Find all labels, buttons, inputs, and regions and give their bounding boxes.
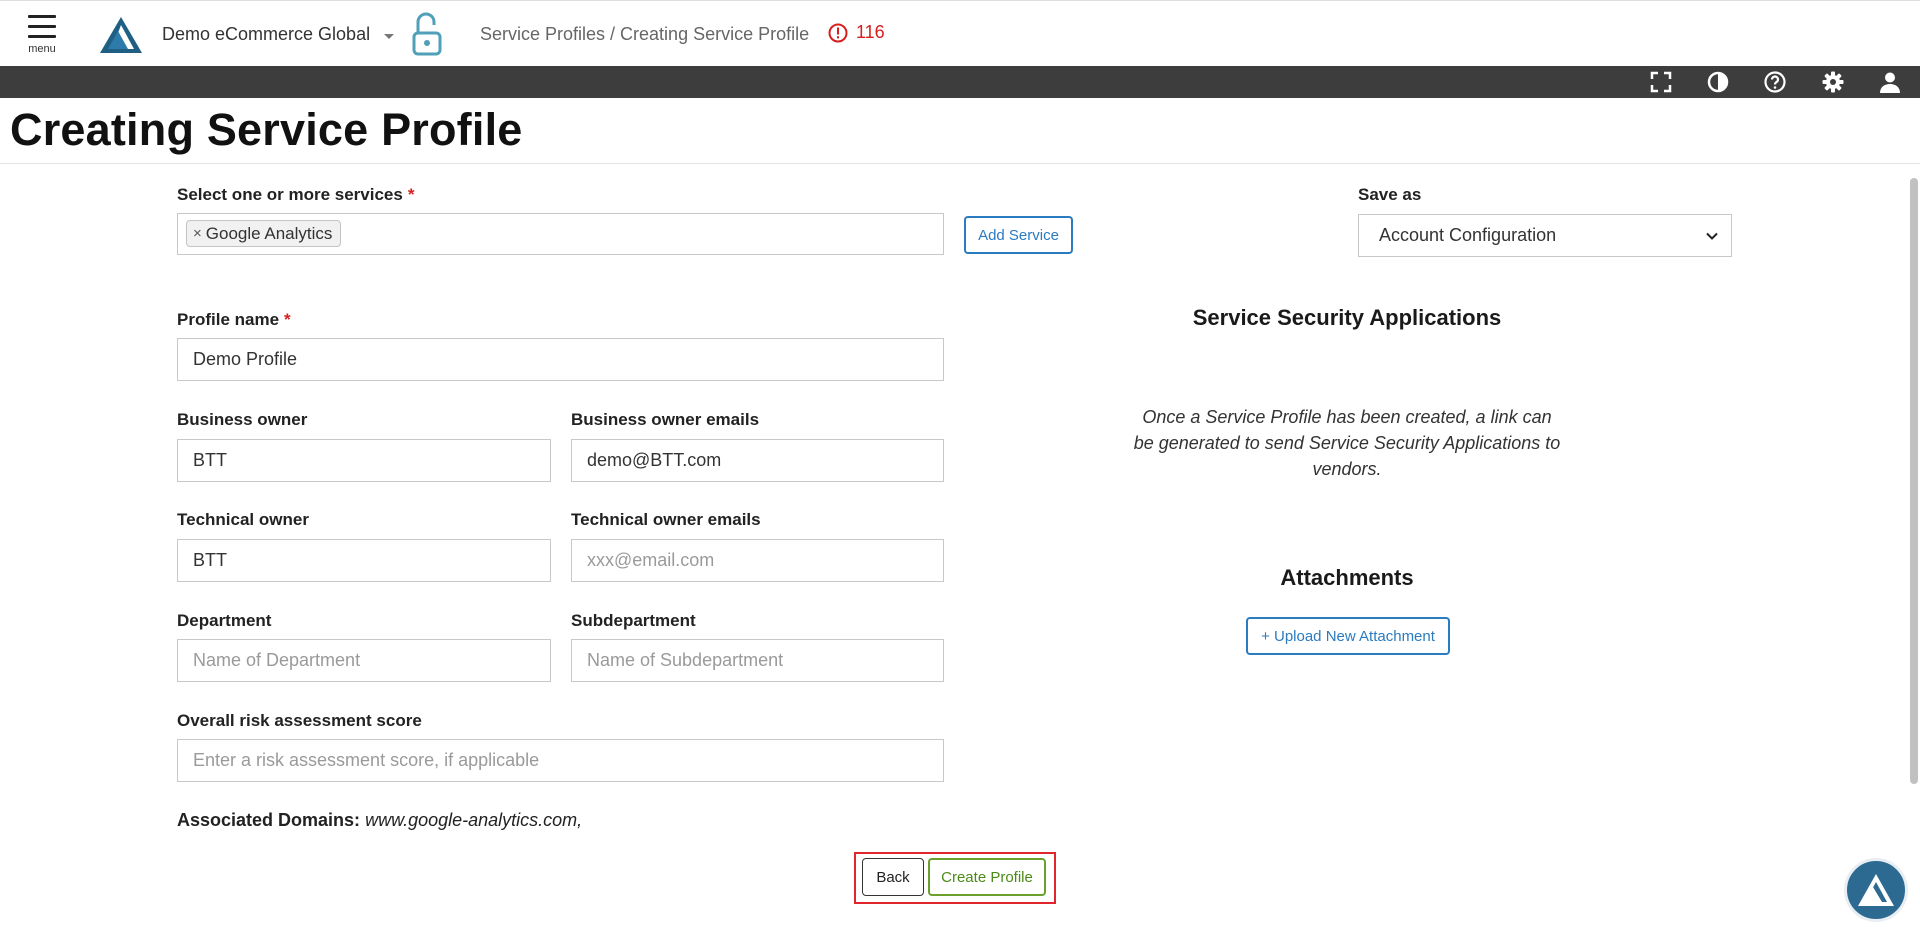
top-header: menu Demo eCommerce Global Service Profi… [0, 0, 1920, 66]
associated-domains-value: www.google-analytics.com, [365, 810, 583, 830]
profile-name-label: Profile name * [177, 310, 291, 330]
settings-icon[interactable] [1821, 70, 1845, 94]
services-multiselect[interactable]: × Google Analytics [177, 213, 944, 255]
profile-name-label-text: Profile name [177, 310, 280, 329]
title-divider [0, 163, 1920, 164]
contrast-icon[interactable] [1706, 70, 1730, 94]
add-service-button[interactable]: Add Service [964, 216, 1073, 254]
alert-indicator[interactable]: 116 [828, 22, 885, 43]
business-owner-input[interactable] [177, 439, 551, 482]
page-title: Creating Service Profile [10, 104, 523, 155]
business-owner-emails-label: Business owner emails [571, 410, 760, 429]
profile-name-input[interactable] [177, 338, 944, 381]
save-as-value: Account Configuration [1379, 225, 1557, 245]
chevron-down-icon[interactable] [380, 27, 398, 45]
scrollbar-thumb[interactable] [1910, 178, 1918, 784]
breadcrumb[interactable]: Service Profiles / Creating Service Prof… [480, 24, 809, 45]
save-as-label: Save as [1358, 185, 1422, 204]
alert-count: 116 [856, 22, 885, 42]
department-label: Department [177, 611, 272, 630]
technical-owner-label: Technical owner [177, 510, 309, 529]
menu-icon-bar [28, 35, 56, 38]
upload-attachment-button[interactable]: + Upload New Attachment [1246, 617, 1450, 655]
service-tag-label: Google Analytics [205, 223, 333, 243]
fullscreen-icon[interactable] [1649, 70, 1673, 94]
subdepartment-label: Subdepartment [571, 611, 696, 630]
brand-logo-icon [1858, 874, 1894, 906]
help-icon[interactable] [1763, 70, 1787, 94]
menu-icon [28, 15, 56, 18]
ssa-title: Service Security Applications [1192, 305, 1502, 330]
technical-owner-input[interactable] [177, 539, 551, 582]
support-chat-button[interactable] [1844, 858, 1908, 922]
technical-owner-emails-input[interactable] [571, 539, 944, 582]
risk-score-label: Overall risk assessment score [177, 711, 422, 730]
services-label-text: Select one or more services [177, 185, 403, 204]
technical-owner-emails-label: Technical owner emails [571, 510, 761, 529]
services-label: Select one or more services * [177, 185, 414, 205]
service-tag: × Google Analytics [186, 220, 342, 247]
associated-domains-label: Associated Domains: [177, 810, 361, 830]
menu-icon-bar [28, 25, 56, 28]
alert-circle-icon [828, 23, 848, 42]
menu-label: menu [28, 43, 56, 55]
subdepartment-input[interactable] [571, 639, 944, 682]
chevron-down-icon [1706, 232, 1718, 240]
associated-domains: Associated Domains: www.google-analytics… [177, 810, 582, 831]
business-owner-emails-input[interactable] [571, 439, 944, 482]
create-profile-button[interactable]: Create Profile [928, 858, 1046, 896]
attachments-title: Attachments [1280, 565, 1414, 590]
business-owner-label: Business owner [177, 410, 308, 429]
required-marker: * [407, 185, 415, 204]
menu-button[interactable]: menu [24, 15, 60, 63]
tag-remove-button[interactable]: × [193, 225, 202, 242]
department-input[interactable] [177, 639, 551, 682]
user-icon[interactable] [1878, 70, 1902, 94]
ssa-info-text: Once a Service Profile has been created,… [1133, 407, 1561, 479]
risk-score-input[interactable] [177, 739, 944, 782]
brand-logo-icon [100, 17, 142, 53]
back-button[interactable]: Back [862, 858, 924, 896]
required-marker: * [284, 310, 291, 329]
unlocked-lock-icon[interactable] [410, 11, 444, 57]
org-name[interactable]: Demo eCommerce Global [162, 24, 370, 45]
toolbar [0, 66, 1920, 98]
save-as-select[interactable]: Account Configuration [1358, 214, 1732, 257]
